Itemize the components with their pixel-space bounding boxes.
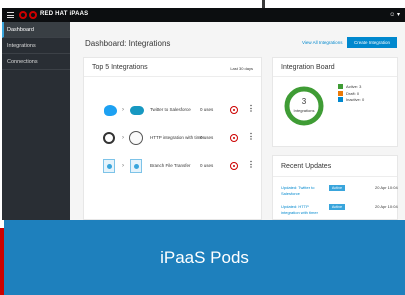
file-icon bbox=[130, 159, 142, 173]
twitter-bird-icon bbox=[104, 105, 117, 116]
donut-label: Integrations bbox=[293, 108, 315, 113]
divider bbox=[84, 76, 261, 77]
error-icon bbox=[230, 162, 238, 170]
integration-row[interactable]: › Branch File Transfer 0 uses ⋮ bbox=[92, 158, 257, 176]
error-icon bbox=[230, 134, 238, 142]
update-link[interactable]: Updated: Twitter to Salesforce bbox=[281, 185, 321, 196]
sidebar-item-dashboard[interactable]: Dashboard bbox=[2, 22, 70, 38]
view-all-integrations-link[interactable]: View All Integrations bbox=[302, 40, 342, 45]
user-menu[interactable]: ☺ ▾ bbox=[389, 11, 400, 18]
main-content: Dashboard: Integrations View All Integra… bbox=[70, 22, 405, 234]
create-integration-button[interactable]: Create Integration bbox=[347, 37, 397, 48]
donut-total: 3 bbox=[301, 97, 307, 106]
arrow-right-icon: › bbox=[122, 107, 124, 113]
page-title: Dashboard: Integrations bbox=[85, 39, 171, 48]
integration-uses: 0 uses bbox=[200, 107, 214, 112]
timer-gear-icon bbox=[103, 132, 115, 144]
integration-name[interactable]: HTTP integration with timer bbox=[150, 135, 204, 140]
status-badge: Active bbox=[329, 204, 345, 210]
title-banner: iPaaS Pods bbox=[4, 220, 405, 295]
arrow-right-icon: › bbox=[122, 135, 124, 141]
status-badge: Active bbox=[329, 185, 345, 191]
kebab-menu-icon[interactable]: ⋮ bbox=[247, 104, 255, 114]
hamburger-menu-icon[interactable] bbox=[7, 12, 14, 18]
card-title: Top 5 Integrations bbox=[92, 64, 148, 71]
legend-swatch-draft bbox=[338, 90, 343, 96]
update-date: 20 Apr 10:04 bbox=[375, 204, 398, 209]
legend-swatch-active bbox=[338, 84, 343, 89]
integration-board-card: Integration Board 3 Integrations Active:… bbox=[272, 57, 398, 147]
divider bbox=[273, 176, 397, 177]
redhat-logo-icon bbox=[29, 11, 37, 19]
divider bbox=[273, 76, 397, 77]
brand-title[interactable]: RED HAT iPAAS bbox=[40, 11, 88, 17]
legend-label: Inactive: 0 bbox=[346, 97, 365, 102]
integration-name[interactable]: Branch File Transfer bbox=[150, 163, 191, 168]
arrow-right-icon: › bbox=[122, 163, 124, 169]
legend-swatch-inactive bbox=[338, 97, 343, 102]
integration-donut-chart bbox=[284, 86, 324, 126]
sidebar: Dashboard Integrations Connections bbox=[2, 22, 70, 220]
integration-row[interactable]: › Twitter to Salesforce 0 uses ⋮ bbox=[92, 102, 257, 120]
recent-updates-card: Recent Updates Updated: Twitter to Sales… bbox=[272, 155, 398, 234]
integration-row[interactable]: › HTTP integration with timer 0 uses ⋮ bbox=[92, 130, 257, 148]
time-range-link[interactable]: Last 30 days bbox=[230, 66, 253, 71]
integration-uses: 0 uses bbox=[200, 135, 214, 140]
legend-label: Active: 3 bbox=[346, 84, 362, 89]
update-date: 20 Apr 10:04 bbox=[375, 185, 398, 190]
integration-name[interactable]: Twitter to Salesforce bbox=[150, 107, 191, 112]
screenshot-frame: RED HAT iPAAS ☺ ▾ Dashboard Integrations… bbox=[0, 0, 405, 295]
sidebar-item-integrations[interactable]: Integrations bbox=[2, 38, 70, 54]
legend-label: Draft: 0 bbox=[346, 90, 360, 96]
top-integrations-card: Top 5 Integrations Last 30 days › Twitte… bbox=[83, 57, 262, 220]
http-globe-icon bbox=[129, 131, 143, 145]
salesforce-cloud-icon bbox=[130, 106, 144, 115]
card-title: Integration Board bbox=[281, 64, 335, 71]
error-icon bbox=[230, 106, 238, 114]
kebab-menu-icon[interactable]: ⋮ bbox=[247, 132, 255, 142]
integration-uses: 0 uses bbox=[200, 163, 214, 168]
top-navbar: RED HAT iPAAS ☺ ▾ bbox=[2, 8, 405, 22]
file-icon bbox=[103, 159, 115, 173]
card-title: Recent Updates bbox=[281, 163, 332, 170]
kebab-menu-icon[interactable]: ⋮ bbox=[247, 160, 255, 170]
banner-title: iPaaS Pods bbox=[160, 248, 249, 267]
redhat-logo-icon bbox=[19, 11, 27, 19]
update-link[interactable]: Updated: HTTP integration with timer bbox=[281, 204, 321, 215]
donut-active-segment bbox=[284, 86, 324, 126]
sidebar-item-connections[interactable]: Connections bbox=[2, 54, 70, 70]
